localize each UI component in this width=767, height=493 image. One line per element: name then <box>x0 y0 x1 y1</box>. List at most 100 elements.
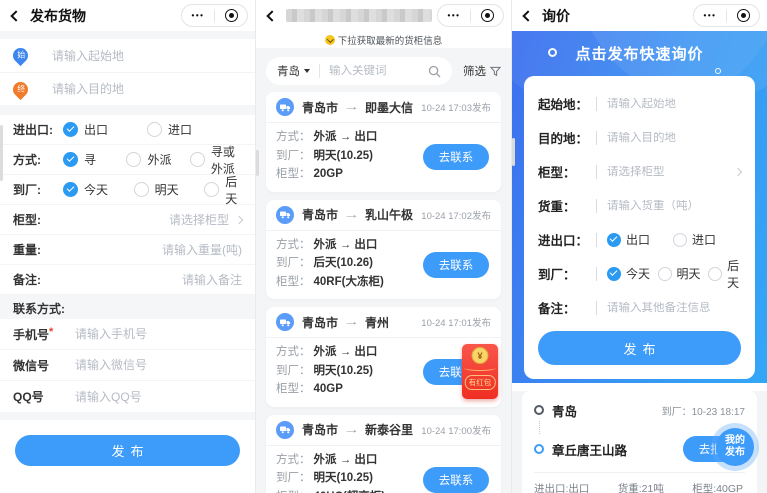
funnel-icon <box>490 66 501 77</box>
radio-tomorrow[interactable]: 明天 <box>134 181 205 198</box>
search-icon[interactable] <box>428 65 441 78</box>
redacted-title <box>286 9 432 22</box>
radio-import[interactable]: 进口 <box>673 231 716 248</box>
field-label: 微信号 <box>13 357 75 374</box>
section-gap <box>0 31 255 39</box>
quote-destination: 章丘唐王山路 <box>552 440 627 459</box>
city-dropdown[interactable]: 青岛 <box>277 63 310 79</box>
import-export-row: 进出口: 出口 进口 <box>0 115 255 145</box>
close-circle-icon[interactable] <box>225 9 238 22</box>
publish-button[interactable]: 发布 <box>15 435 240 466</box>
qq-input[interactable] <box>75 390 242 404</box>
red-packet-label: 有红包 <box>465 375 496 390</box>
destination-pin-icon: 终 <box>10 78 31 99</box>
cargo-list-item[interactable]: 青岛市 → 即墨大信 10-24 17:03发布 方式：外派 → 出口 到厂：明… <box>266 92 501 192</box>
radio-seek-or-dispatch[interactable]: 寻或外派 <box>190 143 242 177</box>
truck-icon <box>276 98 294 116</box>
back-icon[interactable] <box>266 10 277 21</box>
weight-input[interactable] <box>607 200 741 212</box>
radio-export[interactable]: 出口 <box>63 121 147 138</box>
radio-day-after[interactable]: 后天 <box>708 257 741 291</box>
field-divider <box>596 165 597 179</box>
banner-title-row: 点击发布快速询价 <box>512 40 767 66</box>
wechat-capsule: ••• <box>437 4 504 27</box>
radio-export[interactable]: 出口 <box>607 231 673 248</box>
route-destination: 青州 <box>365 314 389 331</box>
field-label: 方式: <box>13 151 63 168</box>
close-circle-icon[interactable] <box>737 9 750 22</box>
origin-input[interactable] <box>52 49 242 63</box>
wechat-input[interactable] <box>75 358 242 372</box>
origin-input[interactable] <box>607 98 741 110</box>
radio-checked-icon <box>63 122 78 137</box>
phone-input[interactable] <box>75 327 242 341</box>
arrow-right-icon: → <box>343 209 360 221</box>
route-destination: 乳山午极 <box>365 206 413 223</box>
decor-ring-icon <box>548 48 557 57</box>
more-menu-icon[interactable]: ••• <box>192 12 205 20</box>
cargo-list-item[interactable]: 青岛市 → 乳山午极 10-24 17:02发布 方式：外派 → 出口 到厂：后… <box>266 200 501 300</box>
scrollbar[interactable] <box>512 138 515 166</box>
field-label: 柜型: <box>13 211 63 228</box>
field-divider <box>596 131 597 145</box>
card-body: 方式：外派 → 出口 到厂：后天(10.26) 柜型：40RF(大冻柜) 去联系 <box>266 231 501 300</box>
field-label: 起始地： <box>538 94 596 113</box>
search-bar: 青岛 <box>266 57 452 85</box>
card-body: 方式：外派 → 出口 到厂：明天(10.25) 柜型：20GP 去联系 <box>266 123 501 192</box>
truck-icon <box>276 206 294 224</box>
radio-import[interactable]: 进口 <box>147 121 192 138</box>
publish-time: 10-24 17:00发布 <box>421 423 491 437</box>
close-circle-icon[interactable] <box>481 9 494 22</box>
pull-refresh-tip: 下拉获取最新的货柜信息 <box>256 31 511 48</box>
contact-button[interactable]: 去联系 <box>423 467 489 493</box>
search-divider <box>319 64 320 78</box>
cargo-list-item[interactable]: 青岛市 → 青州 10-24 17:01发布 方式：外派 → 出口 到厂：明天(… <box>266 307 501 407</box>
field-divider <box>596 267 597 281</box>
cabinet-type-select[interactable] <box>607 166 728 178</box>
envelope-flap <box>464 365 496 371</box>
route-origin: 青岛市 <box>302 421 338 438</box>
scrollbar[interactable] <box>0 125 3 181</box>
cabinet-value: 40GP <box>314 380 343 399</box>
destination-input[interactable] <box>607 132 741 144</box>
more-menu-icon[interactable]: ••• <box>448 12 461 20</box>
arrive-day-row: 到厂： 今天 明天 后天 <box>538 263 741 284</box>
destination-input[interactable] <box>52 82 242 96</box>
field-divider <box>596 199 597 213</box>
field-label: 货重： <box>538 196 596 215</box>
filter-button[interactable]: 筛选 <box>463 63 501 79</box>
quote-destination-row: 章丘唐王山路 去报价 <box>534 435 745 463</box>
radio-today[interactable]: 今天 <box>63 181 134 198</box>
more-menu-icon[interactable]: ••• <box>704 12 717 20</box>
contact-button[interactable]: 去联系 <box>423 252 489 278</box>
remark-input[interactable] <box>63 273 242 287</box>
radio-dispatch[interactable]: 外派 <box>126 151 189 168</box>
method-value: 外派 → 出口 <box>314 236 378 255</box>
keyword-search-input[interactable] <box>329 65 428 77</box>
contact-section-header: 联系方式: <box>0 295 255 319</box>
cabinet-type-select[interactable] <box>63 213 229 227</box>
contact-button[interactable]: 去联系 <box>423 144 489 170</box>
scrollbar[interactable] <box>256 150 259 176</box>
back-icon[interactable] <box>10 10 21 21</box>
field-label: 目的地： <box>538 128 596 147</box>
publish-button[interactable]: 发布 <box>538 331 741 365</box>
radio-unchecked-icon <box>673 233 687 247</box>
radio-day-after[interactable]: 后天 <box>204 173 242 207</box>
arrow-right-icon: → <box>343 316 360 328</box>
field-label: 柜型： <box>538 162 596 181</box>
remark-input[interactable] <box>607 302 741 314</box>
field-label: 重量: <box>13 241 63 258</box>
radio-today[interactable]: 今天 <box>607 265 658 282</box>
qq-row: QQ号 <box>0 381 255 412</box>
radio-seek[interactable]: 寻 <box>63 151 126 168</box>
section-gap <box>0 105 255 115</box>
route-destination: 即墨大信 <box>365 99 413 116</box>
red-packet-badge[interactable]: ¥ 有红包 <box>462 344 498 399</box>
my-publish-fab[interactable]: 我的 发布 <box>716 428 754 466</box>
weight-input[interactable] <box>63 243 242 257</box>
back-icon[interactable] <box>522 10 533 21</box>
radio-tomorrow[interactable]: 明天 <box>658 265 709 282</box>
cabinet-type-row: 柜型: <box>0 205 255 235</box>
cargo-list-item[interactable]: 青岛市 → 新泰谷里 10-24 17:00发布 方式：外派 → 出口 到厂：明… <box>266 415 501 493</box>
